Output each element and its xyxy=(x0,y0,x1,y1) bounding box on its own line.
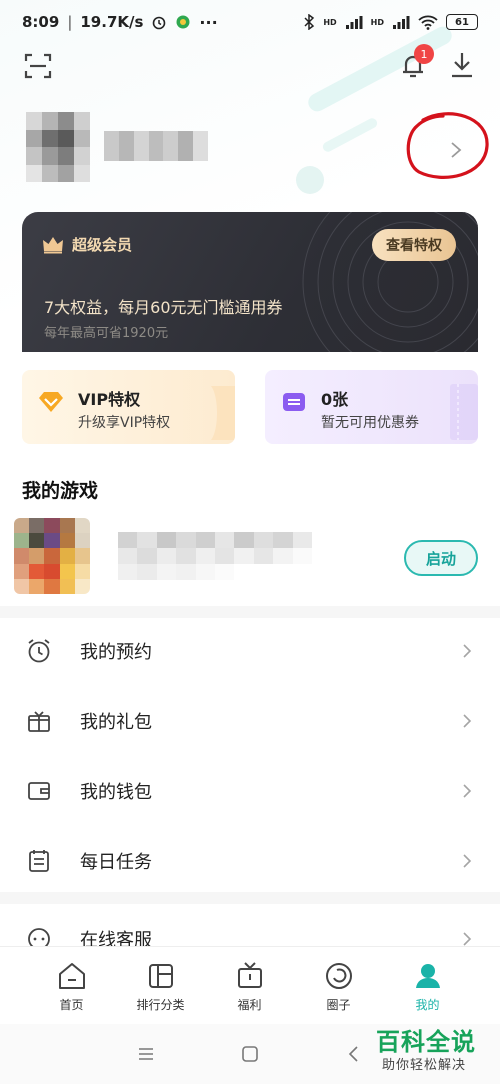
network-speed: 19.7K/s xyxy=(80,13,144,31)
watermark: 百科全说 助你轻松解决 xyxy=(366,1020,496,1080)
nav-circle[interactable]: 圈子 xyxy=(294,947,383,1025)
avatar[interactable] xyxy=(26,112,90,182)
watermark-title: 百科全说 xyxy=(376,1028,476,1056)
chevron-right-icon xyxy=(463,714,472,728)
nav-label: 排行分类 xyxy=(136,997,185,1012)
menu-item-reservations[interactable]: 我的预约 xyxy=(0,616,500,686)
vip-privilege-subtitle: 升级享VIP特权 xyxy=(78,415,171,431)
alarm-clock-icon xyxy=(28,639,50,663)
nav-home[interactable]: 首页 xyxy=(27,947,116,1025)
menu-label: 我的钱包 xyxy=(80,782,152,803)
my-games-title: 我的游戏 xyxy=(22,480,99,502)
coupon-icon xyxy=(283,393,305,411)
vip-benefit-text: 7大权益，每月60元无门槛通用券 xyxy=(44,298,283,317)
chevron-right-icon xyxy=(463,932,472,946)
battery-indicator: 61 xyxy=(446,14,478,30)
menu-item-gifts[interactable]: 我的礼包 xyxy=(0,686,500,756)
calendar-task-icon xyxy=(29,850,49,872)
menu-lines-icon[interactable] xyxy=(136,1044,156,1064)
decoration-dot xyxy=(296,166,324,194)
coupon-count: 0张 xyxy=(321,390,349,409)
status-bar: 8:09 | 19.7K/s ··· HD HD 61 xyxy=(0,0,500,44)
menu-item-wallet[interactable]: 我的钱包 xyxy=(0,756,500,826)
nav-profile[interactable]: 我的 xyxy=(383,947,472,1025)
ranking-icon xyxy=(148,963,173,988)
menu-item-daily-tasks[interactable]: 每日任务 xyxy=(0,826,500,896)
crown-icon xyxy=(43,236,63,253)
launch-button[interactable]: 启动 xyxy=(404,540,478,576)
chevron-right-icon xyxy=(463,644,472,658)
chevron-right-icon[interactable] xyxy=(448,140,464,160)
chevron-right-icon xyxy=(463,854,472,868)
menu-label: 我的礼包 xyxy=(80,712,152,733)
gift-icon xyxy=(28,711,50,732)
welfare-icon xyxy=(237,961,262,988)
view-privileges-button[interactable]: 查看特权 xyxy=(372,229,456,261)
game-name-blurred xyxy=(118,532,312,580)
nav-ranking[interactable]: 排行分类 xyxy=(116,947,205,1025)
vip-privilege-title: VIP特权 xyxy=(78,390,141,409)
back-icon[interactable] xyxy=(344,1044,364,1064)
circle-icon xyxy=(325,962,352,989)
download-icon[interactable] xyxy=(449,50,475,80)
nav-label: 圈子 xyxy=(326,997,351,1012)
nav-label: 首页 xyxy=(59,997,84,1012)
coupon-subtitle: 暂无可用优惠券 xyxy=(321,415,419,431)
nav-label: 我的 xyxy=(415,997,440,1012)
decoration-shape xyxy=(211,386,235,440)
more-dots: ··· xyxy=(199,12,218,32)
game-icon[interactable] xyxy=(14,518,90,594)
menu-label: 每日任务 xyxy=(80,852,152,873)
vip-diamond-icon xyxy=(39,392,63,412)
notification-badge: 1 xyxy=(414,44,434,64)
status-time: 8:09 xyxy=(22,13,60,31)
decoration-stripe xyxy=(321,116,379,154)
profile-icon xyxy=(415,963,440,988)
bottom-navigation: 首页 排行分类 福利 圈子 我的 xyxy=(0,946,500,1024)
username-blurred xyxy=(104,131,208,161)
bluetooth-icon xyxy=(304,14,315,30)
vip-header: 超级会员 xyxy=(42,234,132,255)
chevron-right-icon xyxy=(463,784,472,798)
nav-welfare[interactable]: 福利 xyxy=(205,947,294,1025)
home-square-icon[interactable] xyxy=(240,1044,260,1064)
app-status-icon xyxy=(176,15,190,29)
nav-label: 福利 xyxy=(237,997,262,1012)
vip-title: 超级会员 xyxy=(72,236,133,254)
section-divider xyxy=(0,892,500,904)
decoration-ticket xyxy=(450,384,478,440)
signal-icon xyxy=(393,16,410,29)
signal-icon xyxy=(345,16,363,29)
wallet-icon xyxy=(28,782,50,800)
menu-label: 我的预约 xyxy=(80,642,152,663)
vip-privilege-card[interactable]: VIP特权 升级享VIP特权 xyxy=(22,370,235,444)
vip-savings-text: 每年最高可省1920元 xyxy=(44,326,169,341)
signal-2-label: HD xyxy=(370,17,384,27)
scan-icon[interactable] xyxy=(24,52,52,80)
alarm-status-icon xyxy=(153,16,166,30)
wifi-icon xyxy=(418,15,438,30)
coupon-card[interactable]: 0张 暂无可用优惠券 xyxy=(265,370,478,444)
watermark-subtitle: 助你轻松解决 xyxy=(382,1058,467,1073)
vip-card[interactable]: 超级会员 查看特权 7大权益，每月60元无门槛通用券 每年最高可省1920元 xyxy=(22,212,478,362)
home-icon xyxy=(58,962,85,989)
signal-1-label: HD xyxy=(323,17,337,27)
